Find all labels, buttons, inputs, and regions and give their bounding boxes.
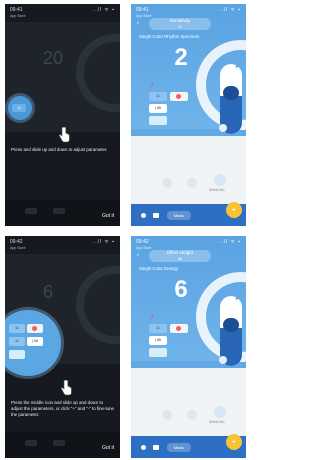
record-dot-icon	[176, 94, 181, 99]
control-cell-empty[interactable]	[9, 350, 25, 359]
parameter-title-value: 66	[177, 256, 183, 261]
tutorial-screen-1: 09:41 ..ll ᯤ ▪ App Store 20 11 Press and…	[5, 4, 120, 226]
music-note-icon: ♪	[150, 80, 154, 89]
status-icons: ..ll ᯤ ▪	[92, 239, 115, 245]
hand-tap-icon	[57, 127, 71, 143]
dimmed-tab-a	[25, 208, 37, 214]
sheet-button[interactable]	[187, 410, 197, 420]
control-grid: 11 | 66	[149, 92, 189, 126]
plus-icon[interactable]: +	[226, 434, 242, 450]
status-icons: ..ll ᯤ ▪	[218, 7, 241, 13]
tutorial-instruction: Press the middle icon and slide up and d…	[11, 400, 114, 417]
slider-handle[interactable]	[223, 86, 239, 100]
mic-caption: Select Mic	[209, 188, 225, 192]
sensitivity-screen: 09:41 ..ll ᯤ ▪ App Store ‹ Sensitivity 1…	[131, 4, 246, 226]
tab-music[interactable]: Music	[167, 443, 191, 452]
mode-label: Single Color Rhythm Spectrum	[139, 34, 200, 39]
music-note-icon: ♪	[150, 312, 154, 321]
plus-icon[interactable]: +	[226, 202, 242, 218]
parameter-title-value: 11	[177, 24, 183, 29]
knob-indicator	[219, 356, 227, 364]
dimmed-value: 20	[43, 48, 64, 68]
dimmed-tab-b	[53, 440, 65, 446]
app-store-back-link[interactable]: App Store	[10, 14, 26, 18]
tab-scene-icon[interactable]	[153, 445, 159, 450]
record-button[interactable]	[27, 324, 43, 333]
mic-button[interactable]	[214, 406, 226, 418]
tab-home-icon[interactable]	[141, 445, 146, 450]
tab-music[interactable]: Music	[167, 211, 191, 220]
got-it-button[interactable]: Got it	[102, 213, 114, 219]
record-dot-icon	[176, 326, 181, 331]
sheet-button[interactable]	[162, 410, 172, 420]
chevron-left-icon[interactable]: ‹	[137, 21, 139, 27]
parameter-title-pill[interactable]: Effect Height 66	[149, 250, 211, 262]
app-store-back-link[interactable]: App Store	[10, 246, 26, 250]
mic-caption: Select Mic	[209, 420, 225, 424]
record-button[interactable]	[170, 324, 188, 333]
sheet-button[interactable]	[187, 178, 197, 188]
record-button[interactable]	[170, 92, 188, 101]
plus-button[interactable]: +	[235, 64, 239, 71]
chevron-left-icon[interactable]: ‹	[137, 253, 139, 259]
control-cell[interactable]: 11	[149, 92, 167, 101]
tutorial-screen-2: 09:42 ..ll ᯤ ▪ App Store 6 11 11 | 66 Pr…	[5, 236, 120, 458]
control-grid: 11 | 66	[149, 324, 189, 358]
parameter-title-pill[interactable]: Sensitivity 11	[149, 18, 211, 30]
control-cell[interactable]: 11	[149, 324, 167, 333]
control-cell[interactable]: | 66	[149, 336, 167, 345]
slider-handle[interactable]	[223, 318, 239, 332]
mic-button[interactable]	[214, 174, 226, 186]
hand-tap-icon	[59, 380, 73, 396]
tutorial-instruction: Press and slide up and down to adjust pa…	[11, 147, 108, 152]
effect-height-screen: 09:42 ..ll ᯤ ▪ App Store ‹ Effect Height…	[131, 236, 246, 458]
record-dot-icon	[32, 326, 37, 331]
status-icons: ..ll ᯤ ▪	[218, 239, 241, 245]
knob-indicator	[219, 124, 227, 132]
control-cell-empty[interactable]	[149, 348, 167, 357]
sheet-button[interactable]	[162, 178, 172, 188]
control-cell[interactable]: | 66	[27, 337, 43, 346]
spotlight-value-button[interactable]: 11	[12, 104, 26, 112]
control-cell[interactable]: | 66	[149, 104, 167, 113]
dimmed-value: 6	[43, 282, 54, 302]
spotlight-control[interactable]: 11	[8, 96, 32, 120]
bottom-sheet: Select Mic	[131, 136, 246, 204]
plus-button[interactable]: +	[235, 296, 239, 303]
tab-home-icon[interactable]	[141, 213, 146, 218]
dimmed-tab-b	[53, 208, 65, 214]
bottom-sheet: Select Mic	[131, 368, 246, 436]
got-it-button[interactable]: Got it	[102, 445, 114, 451]
status-icons: ..ll ᯤ ▪	[92, 7, 115, 13]
control-cell[interactable]: 11	[9, 324, 25, 333]
control-cell-empty[interactable]	[149, 116, 167, 125]
tab-scene-icon[interactable]	[153, 213, 159, 218]
control-cell[interactable]: 11	[9, 337, 25, 346]
mode-label: Single Color Energy	[139, 266, 179, 271]
dimmed-tab-a	[25, 440, 37, 446]
